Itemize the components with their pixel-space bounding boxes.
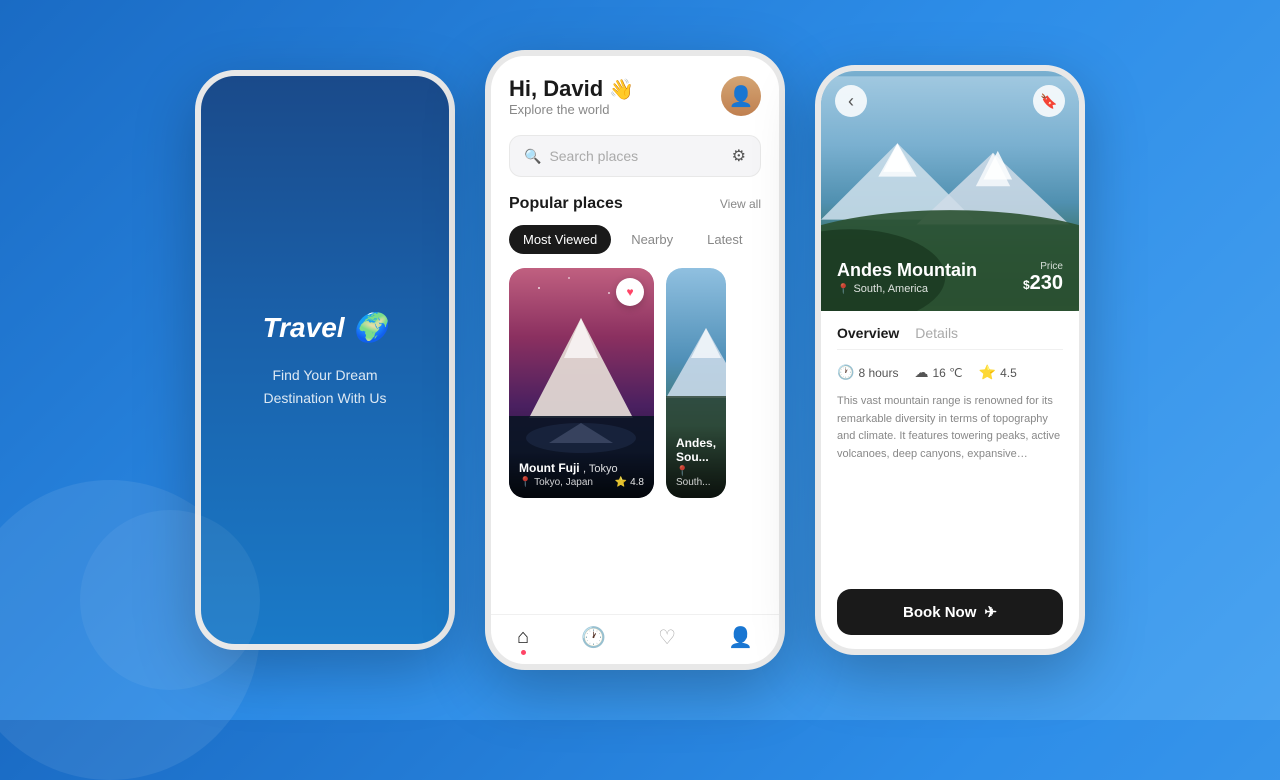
back-icon: ‹ [848, 91, 854, 112]
stat-temp: ☁ 16 ℃ [914, 364, 962, 381]
price-block: Price $230 [1023, 261, 1063, 295]
card-location-row-andes: 📍 South... [676, 466, 716, 488]
tab-most-viewed[interactable]: Most Viewed [509, 225, 611, 254]
rating-value: 4.5 [1000, 366, 1017, 380]
hero-place-name: Andes Mountain [837, 260, 977, 281]
back-button[interactable]: ‹ [835, 85, 867, 117]
clock-icon: 🕐 [581, 625, 606, 650]
hero-image: ‹ 🔖 Andes Mountain 📍 South, America Pric… [821, 71, 1079, 311]
star-stat-icon: ⭐ [979, 364, 996, 381]
nav-history[interactable]: 🕐 [581, 625, 606, 650]
price-value: $230 [1023, 272, 1063, 295]
place-card-andes[interactable]: Andes, Sou... 📍 South... [666, 268, 726, 498]
home-icon: ⌂ [517, 626, 529, 649]
avatar-face: 👤 [721, 76, 761, 116]
heart-icon: ♥ [626, 285, 633, 299]
place-cards: ♥ Mount Fuji , Tokyo 📍 Tokyo, Japan ⭐ 4.… [509, 268, 761, 498]
filter-icon[interactable]: ⚙ [732, 146, 746, 166]
active-dot [521, 650, 526, 655]
bookmark-icon: 🔖 [1040, 93, 1057, 110]
globe-icon: 🌍 [353, 311, 388, 344]
hours-value: 8 hours [858, 366, 898, 380]
splash-tagline: Find Your Dream Destination With Us [264, 364, 387, 409]
app-logo: Travel 🌍 [263, 311, 388, 344]
hero-location: South, America [853, 283, 928, 295]
section-header: Popular places View all [509, 195, 761, 213]
plane-icon: ✈ [984, 603, 997, 621]
stat-rating: ⭐ 4.5 [979, 364, 1017, 381]
avatar: 👤 [721, 76, 761, 116]
filter-tabs: Most Viewed Nearby Latest [509, 225, 761, 254]
search-input[interactable]: Search places [549, 148, 723, 164]
nav-profile[interactable]: 👤 [728, 625, 753, 650]
card-location-andes: 📍 South... [676, 466, 716, 488]
tab-overview[interactable]: Overview [837, 325, 899, 341]
card-name-andes: Andes, Sou... [676, 436, 716, 464]
app-name: Travel [263, 312, 345, 344]
location-pin-icon: 📍 [837, 284, 849, 295]
home-header: Hi, David 👋 Explore the world 👤 [509, 76, 761, 131]
card-location-row-fuji: 📍 Tokyo, Japan ⭐ 4.8 [519, 477, 644, 488]
search-icon: 🔍 [524, 148, 541, 165]
clock-stat-icon: 🕐 [837, 364, 854, 381]
hero-info: Andes Mountain 📍 South, America Price $2… [837, 260, 1063, 295]
subtitle-text: Explore the world [509, 102, 634, 117]
hero-name-block: Andes Mountain 📍 South, America [837, 260, 977, 295]
detail-screen: ‹ 🔖 Andes Mountain 📍 South, America Pric… [815, 65, 1085, 655]
stats-row: 🕐 8 hours ☁ 16 ℃ ⭐ 4.5 [837, 364, 1063, 381]
save-button[interactable]: 🔖 [1033, 85, 1065, 117]
favorite-btn-fuji[interactable]: ♥ [616, 278, 644, 306]
currency-symbol: $ [1023, 278, 1030, 292]
card-info-andes-partial: Andes, Sou... 📍 South... [666, 426, 726, 498]
tab-details[interactable]: Details [915, 325, 958, 341]
view-all-link[interactable]: View all [720, 197, 761, 211]
search-bar[interactable]: 🔍 Search places ⚙ [509, 135, 761, 177]
card-name-fuji: Mount Fuji , Tokyo [519, 461, 644, 475]
heart-nav-icon: ♡ [658, 625, 676, 650]
card-location-fuji: 📍 Tokyo, Japan [519, 477, 593, 488]
hero-location-row: 📍 South, America [837, 283, 977, 295]
nav-favorites[interactable]: ♡ [658, 625, 676, 650]
nav-home[interactable]: ⌂ [517, 626, 529, 649]
section-title: Popular places [509, 195, 623, 213]
greeting-block: Hi, David 👋 Explore the world [509, 76, 634, 131]
cloud-stat-icon: ☁ [914, 364, 928, 381]
splash-screen: Travel 🌍 Find Your Dream Destination Wit… [195, 70, 455, 650]
bottom-nav: ⌂ 🕐 ♡ 👤 [491, 614, 779, 664]
tab-nearby[interactable]: Nearby [617, 225, 687, 254]
price-label: Price [1023, 261, 1063, 272]
place-card-fuji[interactable]: ♥ Mount Fuji , Tokyo 📍 Tokyo, Japan ⭐ 4.… [509, 268, 654, 498]
card-info-fuji: Mount Fuji , Tokyo 📍 Tokyo, Japan ⭐ 4.8 [509, 451, 654, 498]
place-description: This vast mountain range is renowned for… [837, 393, 1063, 463]
stat-hours: 🕐 8 hours [837, 364, 898, 381]
book-now-button[interactable]: Book Now ✈ [837, 589, 1063, 635]
profile-icon: 👤 [728, 625, 753, 650]
tab-latest[interactable]: Latest [693, 225, 756, 254]
temp-value: 16 ℃ [932, 366, 962, 380]
card-rating-fuji: ⭐ 4.8 [615, 477, 644, 488]
greeting-text: Hi, David 👋 [509, 76, 634, 102]
detail-body: Overview Details 🕐 8 hours ☁ 16 ℃ ⭐ 4.5 … [821, 311, 1079, 579]
home-screen: Hi, David 👋 Explore the world 👤 🔍 Search… [485, 50, 785, 670]
overview-tabs: Overview Details [837, 325, 1063, 350]
